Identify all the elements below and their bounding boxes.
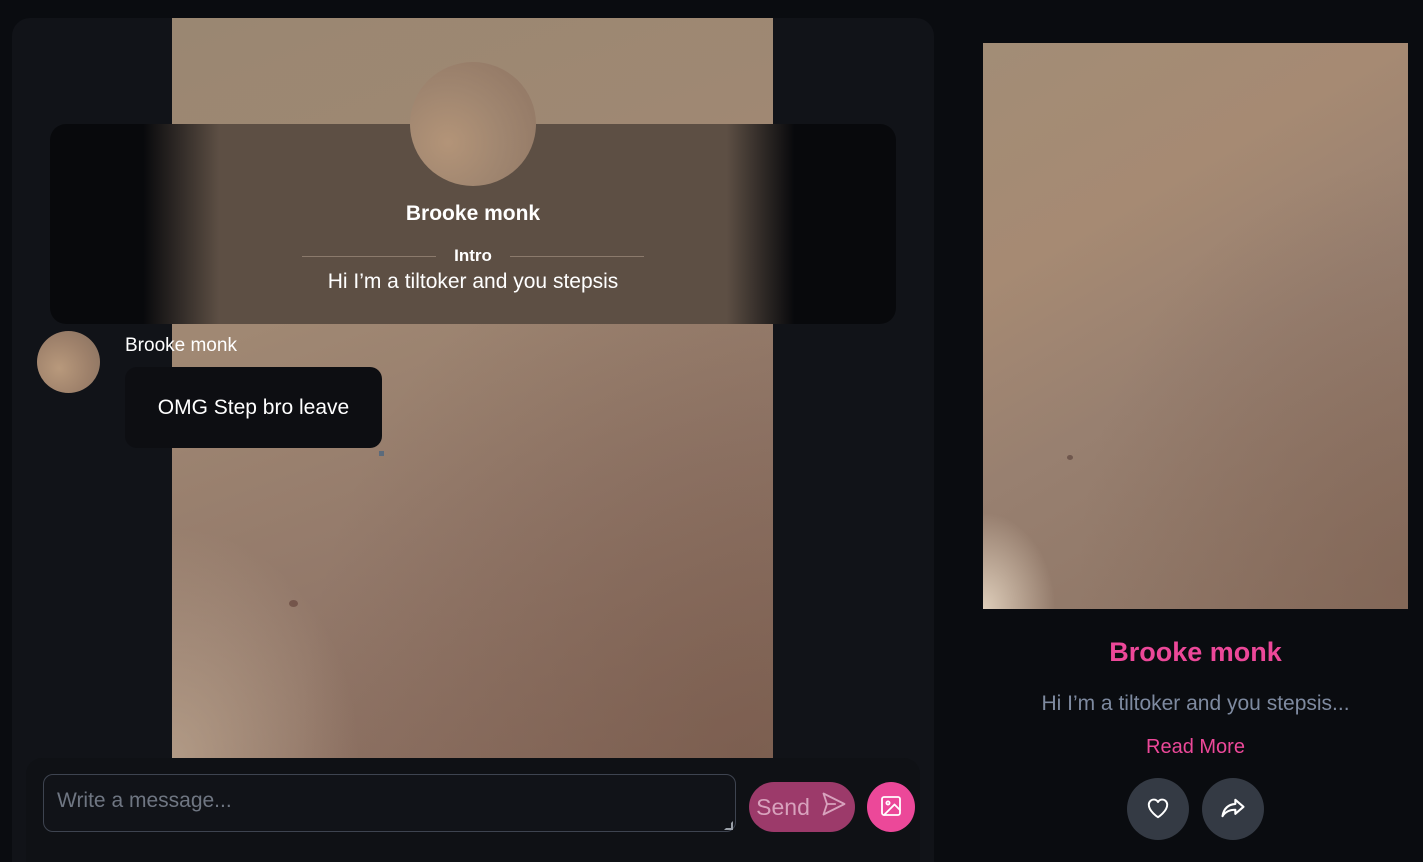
chat-panel: Brooke monk Intro Hi I’m a tiltoker and … (12, 18, 934, 862)
send-label: Send (756, 793, 810, 820)
message-composer: Send (26, 758, 920, 862)
profile-photo[interactable] (983, 43, 1408, 609)
image-detail (289, 600, 298, 607)
intro-name: Brooke monk (405, 202, 541, 225)
read-more-link[interactable]: Read More (983, 736, 1408, 759)
cursor-marker (379, 451, 384, 456)
like-button[interactable] (1127, 778, 1189, 840)
image-detail (1067, 455, 1073, 460)
heart-icon (1145, 795, 1171, 824)
share-icon (1219, 794, 1247, 825)
message-author: Brooke monk (125, 335, 237, 356)
send-icon (820, 790, 848, 824)
intro-avatar (410, 62, 536, 186)
message-avatar[interactable] (37, 331, 100, 393)
share-button[interactable] (1202, 778, 1264, 840)
image-icon (879, 794, 903, 821)
profile-name: Brooke monk (1109, 637, 1282, 667)
send-button[interactable]: Send (749, 782, 855, 832)
message-bubble: OMG Step bro leave (125, 367, 382, 448)
profile-bio: Hi I’m a tiltoker and you stepsis... (1041, 692, 1350, 715)
message-text: OMG Step bro leave (157, 395, 350, 419)
divider (509, 255, 644, 257)
intro-label-row: Intro (302, 246, 644, 266)
attach-image-button[interactable] (867, 782, 915, 832)
message-input[interactable] (43, 774, 736, 832)
intro-label: Intro (454, 246, 492, 265)
intro-text: Hi I’m a tiltoker and you stepsis (327, 270, 619, 293)
divider (302, 255, 437, 257)
